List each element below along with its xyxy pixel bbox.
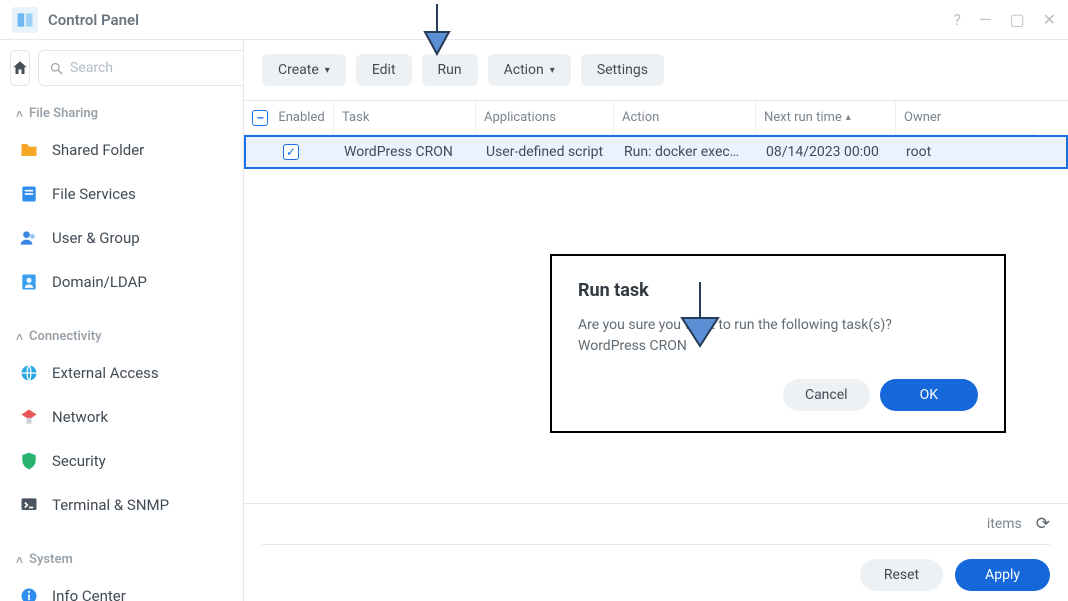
sidebar-item-user-group[interactable]: User & Group <box>10 217 233 259</box>
search-field[interactable] <box>38 50 244 86</box>
help-icon[interactable]: ? <box>953 12 961 28</box>
sidebar-item-security[interactable]: Security <box>10 440 233 482</box>
cancel-button[interactable]: Cancel <box>783 379 870 411</box>
dialog-task-name: WordPress CRON <box>578 336 978 357</box>
close-icon[interactable]: ✕ <box>1043 12 1056 28</box>
globe-icon <box>18 362 40 384</box>
col-next-run[interactable]: Next run time▴ <box>756 101 896 135</box>
select-all-checkbox[interactable]: – <box>252 110 268 126</box>
table-row[interactable]: ✓ WordPress CRON User-defined script Run… <box>244 135 1068 169</box>
apply-button[interactable]: Apply <box>955 559 1050 591</box>
sidebar-item-label: User & Group <box>52 229 140 247</box>
section-system[interactable]: ˄ System <box>10 542 233 573</box>
chevron-up-icon: ˄ <box>16 330 23 344</box>
content: Create▾ Edit Run Action▾ Settings –Enabl… <box>244 40 1068 601</box>
sidebar-item-info-center[interactable]: Info Center <box>10 575 233 601</box>
col-owner[interactable]: Owner <box>896 101 1036 135</box>
search-icon <box>49 61 64 76</box>
cell-next-run: 08/14/2023 00:00 <box>758 144 898 160</box>
settings-button[interactable]: Settings <box>581 54 664 86</box>
section-label: File Sharing <box>29 106 98 121</box>
items-label: items <box>987 516 1022 532</box>
sidebar-item-label: Security <box>52 452 106 470</box>
action-button[interactable]: Action▾ <box>488 54 571 86</box>
edit-button[interactable]: Edit <box>356 54 412 86</box>
sidebar-item-label: Info Center <box>52 587 126 601</box>
search-input[interactable] <box>70 60 244 76</box>
col-task[interactable]: Task <box>334 101 476 135</box>
ok-button[interactable]: OK <box>880 379 978 411</box>
sidebar: ˄ File Sharing Shared Folder File Servic… <box>0 40 244 601</box>
cell-action: Run: docker exec… <box>616 144 758 160</box>
refresh-icon[interactable]: ⟳ <box>1036 514 1050 534</box>
file-services-icon <box>18 183 40 205</box>
section-connectivity[interactable]: ˄ Connectivity <box>10 319 233 350</box>
reset-button[interactable]: Reset <box>860 559 943 591</box>
sidebar-item-label: External Access <box>52 364 159 382</box>
cell-owner: root <box>898 144 1038 160</box>
caret-down-icon: ▾ <box>325 65 330 76</box>
create-button[interactable]: Create▾ <box>262 54 346 86</box>
home-button[interactable] <box>10 50 30 86</box>
info-icon <box>18 585 40 601</box>
cell-task: WordPress CRON <box>336 144 478 160</box>
minimize-icon[interactable]: — <box>979 12 992 28</box>
sort-asc-icon: ▴ <box>846 112 851 123</box>
app-icon <box>12 7 38 33</box>
section-file-sharing[interactable]: ˄ File Sharing <box>10 96 233 127</box>
cell-applications: User-defined script <box>478 144 616 160</box>
window-title: Control Panel <box>48 11 139 29</box>
user-group-icon <box>18 227 40 249</box>
network-icon <box>18 406 40 428</box>
sidebar-item-shared-folder[interactable]: Shared Folder <box>10 129 233 171</box>
titlebar: Control Panel ? — ▢ ✕ <box>0 0 1068 40</box>
sidebar-item-label: Network <box>52 408 108 426</box>
sidebar-item-external-access[interactable]: External Access <box>10 352 233 394</box>
run-button[interactable]: Run <box>422 54 478 86</box>
terminal-icon <box>18 494 40 516</box>
sidebar-item-label: Shared Folder <box>52 141 144 159</box>
sidebar-item-network[interactable]: Network <box>10 396 233 438</box>
shield-icon <box>18 450 40 472</box>
row-checkbox[interactable]: ✓ <box>283 144 299 160</box>
table-header: –Enabled Task Applications Action Next r… <box>244 101 1068 135</box>
dialog-title: Run task <box>578 280 978 301</box>
toolbar: Create▾ Edit Run Action▾ Settings <box>244 40 1068 100</box>
caret-down-icon: ▾ <box>550 65 555 76</box>
sidebar-item-domain-ldap[interactable]: Domain/LDAP <box>10 261 233 303</box>
sidebar-item-label: Terminal & SNMP <box>52 496 169 514</box>
col-enabled[interactable]: Enabled <box>278 110 324 125</box>
sidebar-item-label: File Services <box>52 185 136 203</box>
footer: items ⟳ Reset Apply <box>244 503 1068 601</box>
sidebar-item-label: Domain/LDAP <box>52 273 147 291</box>
dialog-message: Are you sure you want to run the followi… <box>578 315 978 336</box>
chevron-up-icon: ˄ <box>16 107 23 121</box>
home-icon <box>11 59 29 77</box>
domain-ldap-icon <box>18 271 40 293</box>
section-label: Connectivity <box>29 329 102 344</box>
run-task-dialog: Run task Are you sure you want to run th… <box>550 254 1006 433</box>
folder-icon <box>18 139 40 161</box>
sidebar-item-terminal-snmp[interactable]: Terminal & SNMP <box>10 484 233 526</box>
sidebar-item-file-services[interactable]: File Services <box>10 173 233 215</box>
col-applications[interactable]: Applications <box>476 101 614 135</box>
task-table: –Enabled Task Applications Action Next r… <box>244 100 1068 169</box>
maximize-icon[interactable]: ▢ <box>1009 12 1024 28</box>
col-action[interactable]: Action <box>614 101 756 135</box>
section-label: System <box>29 552 73 567</box>
chevron-up-icon: ˄ <box>16 553 23 567</box>
